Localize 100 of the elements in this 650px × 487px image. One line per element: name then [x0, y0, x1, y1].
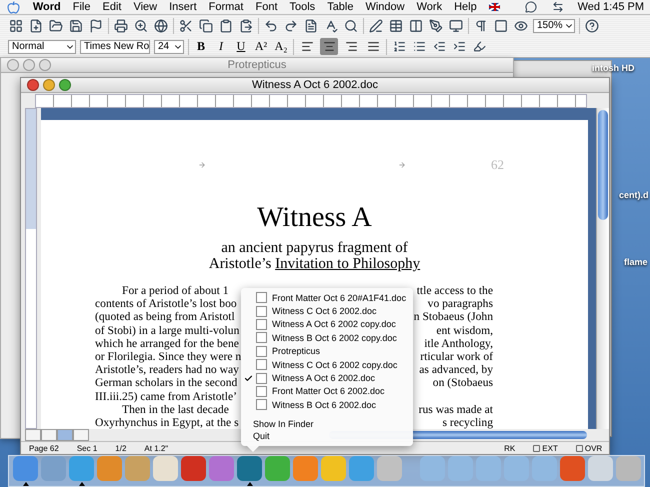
body-text: III.iii.25) came from Aristotle’: [95, 390, 237, 403]
zoom-icon[interactable]: [133, 18, 149, 34]
apple-icon[interactable]: [6, 0, 21, 15]
window-title: Witness A Oct 6 2002.doc: [251, 79, 379, 91]
pen-icon[interactable]: [428, 18, 444, 34]
menu-item[interactable]: Help: [454, 1, 477, 13]
save-icon[interactable]: [68, 18, 84, 34]
menu-item[interactable]: Quit: [241, 430, 413, 443]
menu-item[interactable]: Work: [416, 1, 442, 13]
menu-item[interactable]: Font: [255, 1, 278, 13]
clock[interactable]: Wed 1:45 PM: [578, 1, 644, 13]
printer-icon[interactable]: [113, 18, 129, 34]
document-icon: [256, 318, 267, 330]
document-icon[interactable]: [303, 18, 319, 34]
font-dropdown[interactable]: Times New Ro: [80, 40, 150, 54]
menu-item[interactable]: Format: [208, 1, 244, 13]
tab-arrow-icon: [398, 161, 406, 169]
menu-item[interactable]: File: [72, 1, 90, 13]
status-text: EXT: [533, 444, 558, 452]
body-text: For a period of about 1: [121, 284, 229, 298]
page-number: 62: [491, 157, 504, 173]
globe-icon[interactable]: [153, 18, 169, 34]
body-text: Then in the last decade: [121, 402, 229, 416]
scissors-icon[interactable]: [178, 18, 194, 34]
redo-icon[interactable]: [283, 18, 299, 34]
vertical-scrollbar[interactable]: [596, 108, 609, 429]
status-text: At 1.2": [144, 444, 168, 452]
running-indicator: [246, 482, 252, 486]
menu-item[interactable]: Witness A Oct 6 2002 copy.doc: [241, 318, 413, 332]
body-text: ttle access to the: [416, 284, 493, 298]
align-justify-icon: [366, 40, 380, 53]
search-icon[interactable]: [343, 18, 359, 34]
format-button[interactable]: A²: [253, 38, 269, 54]
status-text: Page 62: [29, 444, 59, 452]
paste-icon[interactable]: [238, 18, 254, 34]
menu-item[interactable]: Edit: [102, 1, 122, 13]
document-icon: [256, 332, 267, 344]
pencil-icon[interactable]: [368, 18, 384, 34]
menu-item[interactable]: Table: [327, 1, 354, 13]
menu-item[interactable]: Witness A Oct 6 2002.doc: [241, 371, 413, 385]
desktop-label[interactable]: cent).d: [619, 190, 649, 200]
menu-item[interactable]: Window: [365, 1, 405, 13]
view-button[interactable]: [73, 429, 89, 441]
style-dropdown[interactable]: Normal: [8, 40, 76, 54]
body-text: on (Stobaeus: [432, 376, 493, 390]
help-icon[interactable]: [584, 18, 600, 34]
close-button[interactable]: [27, 79, 39, 91]
menu-item[interactable]: Word: [32, 1, 61, 13]
body-text: (quoted as being from Aristotl: [95, 310, 235, 324]
menu-item[interactable]: Witness B Oct 6 2002 copy.doc: [241, 331, 413, 345]
body-text: Aristotle’s, readers had no way: [95, 363, 239, 376]
menu-item[interactable]: Front Matter Oct 6 20#A1F41.doc: [241, 291, 413, 304]
subtitle: Aristotle’s Invitation to Philosophy: [208, 256, 420, 272]
minimize-button[interactable]: [43, 79, 55, 91]
menu-item[interactable]: Tools: [290, 1, 316, 13]
menu-item[interactable]: Front Matter Oct 6 2002.doc: [241, 384, 413, 398]
window-title: Protrepticus: [226, 59, 288, 71]
document-icon: [256, 346, 267, 357]
document-icon: [256, 399, 267, 410]
menu-item[interactable]: Show In Finder: [241, 418, 413, 430]
status-text: Sec 1: [76, 444, 98, 452]
document-icon: [256, 306, 267, 317]
body-text: contents of Aristotle’s lost boo: [95, 297, 237, 310]
menu-item[interactable]: Insert: [169, 1, 197, 13]
status-text: RK: [504, 444, 516, 452]
document-icon: [256, 386, 267, 397]
folder-icon[interactable]: [48, 18, 64, 34]
undo-icon[interactable]: [263, 18, 279, 34]
running-indicator: [78, 482, 84, 486]
zoom-dropdown[interactable]: 150%: [533, 18, 575, 32]
copy-icon[interactable]: [198, 18, 214, 34]
table-icon[interactable]: [388, 18, 404, 34]
zoom-button[interactable]: [59, 79, 71, 91]
clipboard-icon[interactable]: [218, 18, 234, 34]
new-document-icon[interactable]: [28, 18, 44, 34]
menu-item[interactable]: Witness C Oct 6 2002.doc: [241, 304, 413, 318]
speech-bubble-icon[interactable]: [524, 0, 539, 15]
format-button[interactable]: B: [193, 38, 209, 54]
align-center-icon: [322, 40, 336, 53]
desktop-label[interactable]: flame: [624, 257, 648, 267]
highlighter-icon[interactable]: [471, 38, 487, 54]
format-button[interactable]: U: [233, 38, 249, 54]
format-button[interactable]: I: [213, 38, 229, 54]
format-button[interactable]: A₂: [273, 38, 289, 54]
menu-item[interactable]: Witness C Oct 6 2002 copy.doc: [241, 358, 413, 372]
menu-item[interactable]: Witness B Oct 6 2002.doc: [241, 398, 413, 412]
app-icon[interactable]: [237, 456, 262, 480]
view-button[interactable]: [41, 429, 57, 441]
size-dropdown[interactable]: 24: [154, 40, 184, 54]
grid-icon[interactable]: [8, 18, 24, 34]
menu-item[interactable]: View: [133, 1, 158, 13]
square-icon[interactable]: [493, 18, 509, 34]
menu-item[interactable]: Protrepticus: [241, 344, 413, 358]
columns-icon[interactable]: [408, 18, 424, 34]
body-text: which he arranged for the bene: [95, 336, 239, 350]
view-button[interactable]: [25, 429, 41, 441]
document-icon: [256, 359, 267, 370]
flag-icon[interactable]: [88, 18, 104, 34]
document-title: Witness A: [257, 202, 372, 233]
monitor-icon[interactable]: [448, 18, 464, 34]
